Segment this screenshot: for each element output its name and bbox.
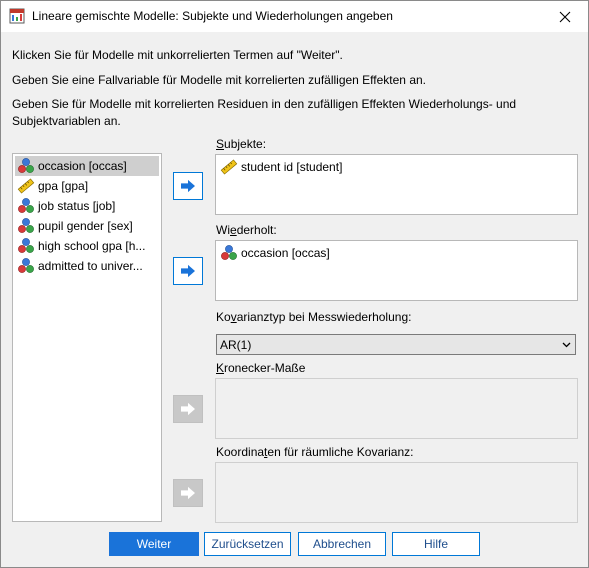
close-button[interactable] — [542, 1, 588, 32]
instruction-line: Subjektvariablen an. — [12, 114, 121, 128]
list-item[interactable]: student id [student] — [218, 157, 558, 177]
list-item[interactable]: job status [job] — [15, 196, 158, 216]
window-title: Lineare gemischte Modelle: Subjekte und … — [32, 9, 393, 23]
arrow-right-icon — [179, 402, 197, 416]
covariance-type-value: AR(1) — [220, 338, 252, 352]
move-to-spatial-button[interactable] — [173, 479, 203, 507]
list-item-label: high school gpa [h... — [38, 239, 146, 253]
repeated-label: Wiederholt: — [216, 223, 277, 237]
repeated-list[interactable]: occasion [occas] — [215, 240, 578, 301]
list-item-label: admitted to univer... — [38, 259, 143, 273]
list-item[interactable]: high school gpa [h... — [15, 236, 158, 256]
list-item-label: occasion [occas] — [241, 246, 330, 260]
nominal-icon — [17, 217, 35, 235]
move-to-kronecker-button[interactable] — [173, 395, 203, 423]
spatial-coordinates-list — [215, 462, 578, 523]
instruction-line: Klicken Sie für Modelle mit unkorreliert… — [12, 48, 343, 62]
arrow-right-icon — [179, 486, 197, 500]
scale-icon — [220, 158, 238, 176]
list-item[interactable]: pupil gender [sex] — [15, 216, 158, 236]
list-item[interactable]: admitted to univer... — [15, 256, 158, 276]
arrow-right-icon — [179, 264, 197, 278]
kronecker-label: Kronecker-Maße — [216, 361, 306, 375]
arrow-right-icon — [179, 179, 197, 193]
scale-icon — [17, 177, 35, 195]
chevron-down-icon — [562, 342, 571, 348]
help-button[interactable]: Hilfe — [392, 532, 480, 556]
list-item[interactable]: occasion [occas] — [15, 156, 159, 176]
list-item-label: gpa [gpa] — [38, 179, 89, 193]
nominal-icon — [17, 197, 35, 215]
list-item[interactable]: occasion [occas] — [218, 243, 558, 263]
move-to-repeated-button[interactable] — [173, 257, 203, 285]
dialog-window: Lineare gemischte Modelle: Subjekte und … — [0, 0, 589, 568]
title-bar: Lineare gemischte Modelle: Subjekte und … — [1, 1, 588, 32]
reset-button[interactable]: Zurücksetzen — [204, 532, 291, 556]
nominal-icon — [220, 244, 238, 262]
nominal-icon — [17, 157, 35, 175]
continue-button[interactable]: Weiter — [109, 532, 199, 556]
list-item-label: job status [job] — [38, 199, 116, 213]
instruction-line: Geben Sie für Modelle mit korrelierten R… — [12, 97, 517, 111]
subjects-label: Subjekte: — [216, 137, 267, 151]
nominal-icon — [17, 257, 35, 275]
close-icon — [559, 11, 571, 22]
subjects-list[interactable]: student id [student] — [215, 154, 578, 215]
move-to-subjects-button[interactable] — [173, 172, 203, 200]
list-item-label: student id [student] — [241, 160, 343, 174]
variable-list[interactable]: occasion [occas] gpa [gpa] job status [j… — [12, 153, 162, 522]
list-item-label: pupil gender [sex] — [38, 219, 133, 233]
covariance-type-label: Kovarianztyp bei Messwiederholung: — [216, 310, 412, 324]
cancel-button[interactable]: Abbrechen — [298, 532, 386, 556]
list-item[interactable]: gpa [gpa] — [15, 176, 158, 196]
spatial-coordinates-label: Koordinaten für räumliche Kovarianz: — [216, 445, 414, 459]
list-item-label: occasion [occas] — [38, 159, 127, 173]
app-icon — [9, 8, 25, 24]
nominal-icon — [17, 237, 35, 255]
kronecker-list — [215, 378, 578, 439]
instruction-line: Geben Sie eine Fallvariable für Modelle … — [12, 73, 426, 87]
covariance-type-select[interactable]: AR(1) — [216, 334, 576, 355]
